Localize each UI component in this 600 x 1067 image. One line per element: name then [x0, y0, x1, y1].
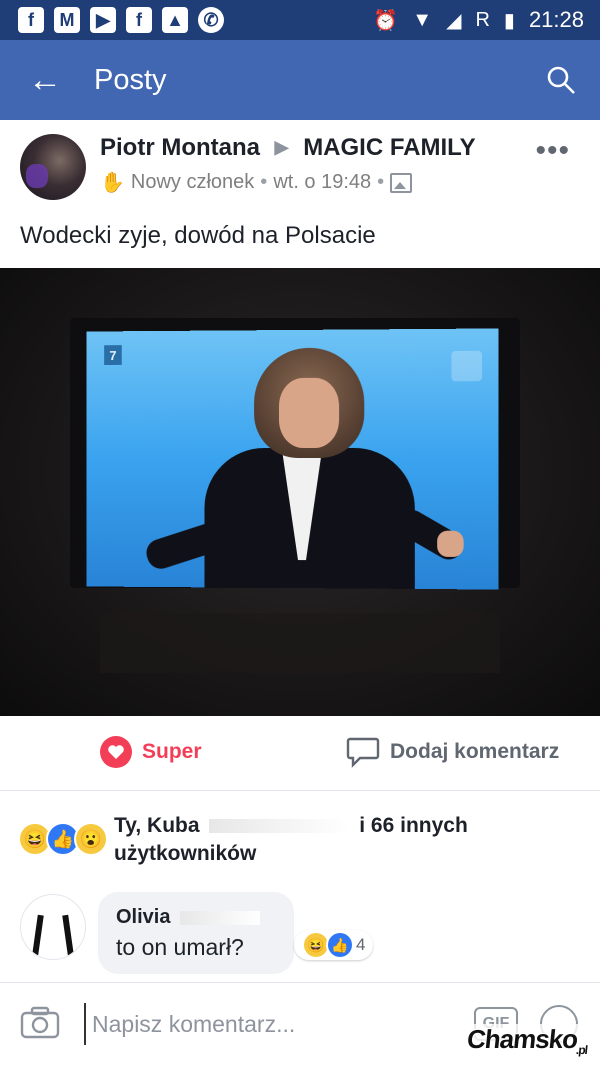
battery-icon: ▮: [503, 9, 515, 32]
alarm-icon: ⏰: [373, 9, 399, 32]
tv-screen: 7: [86, 328, 499, 590]
clock: 21:28: [528, 7, 584, 32]
post-timestamp[interactable]: wt. o 19:48: [273, 171, 371, 194]
performer-face: [279, 377, 340, 449]
blurred-surname: [180, 910, 261, 925]
group-name[interactable]: MAGIC FAMILY: [303, 134, 475, 161]
comment-reactions[interactable]: 😆 👍 4: [294, 930, 374, 960]
separator-dot: •: [260, 171, 268, 193]
comment-icon: [346, 737, 380, 768]
watermark-logo: Chamsko.pl: [461, 1023, 594, 1057]
comment-button[interactable]: Dodaj komentarz: [346, 736, 559, 768]
post-header: Piotr Montana ▶ MAGIC FAMILY ✋ Nowy czło…: [0, 120, 600, 220]
signal-icon: ◢: [446, 9, 462, 32]
status-bar: f M ▶ f ▲ ✆ ⏰ ▼ ◢ R ▮ 21:28: [0, 0, 600, 40]
back-arrow-icon[interactable]: ←: [28, 61, 68, 100]
comment-text: to on umarł?: [116, 934, 244, 960]
reactors-start: Ty, Kuba: [114, 814, 200, 837]
heart-icon: [100, 736, 132, 768]
reactors-end: i 66 innych: [359, 814, 468, 837]
comment-label: Dodaj komentarz: [390, 740, 560, 763]
like-icon: 👍: [326, 931, 354, 959]
reactions-summary[interactable]: 😆 👍 😮 Ty, Kuba i 66 innych użytkowników: [0, 800, 600, 880]
youtube-icon: ▶: [90, 7, 116, 33]
post-meta: ✋ Nowy członek • wt. o 19:48 •: [100, 170, 413, 195]
page-title: Posty: [94, 63, 167, 96]
performer-hand: [437, 530, 464, 557]
watermark-text: Chamsko: [465, 1023, 579, 1054]
reactors-suffix: użytkowników: [114, 842, 257, 865]
wifi-icon: ▼: [412, 8, 433, 31]
post-photo[interactable]: 7: [0, 268, 600, 716]
wave-icon: ✋: [100, 172, 125, 194]
search-icon[interactable]: [546, 65, 576, 95]
channel-logo: 7: [104, 345, 122, 366]
reaction-count: 4: [356, 935, 366, 954]
photo-icon: [390, 172, 413, 193]
comment-composer: GIF Chamsko.pl: [0, 982, 600, 1067]
watermark-suffix: .pl: [575, 1043, 588, 1057]
comment-input[interactable]: [84, 1003, 454, 1045]
facebook-icon: f: [126, 7, 152, 33]
author-avatar[interactable]: [20, 134, 86, 200]
blurred-name: [209, 819, 350, 834]
facebook-icon: f: [18, 7, 44, 33]
notification-icons: f M ▶ f ▲ ✆: [18, 7, 224, 33]
system-icons: ⏰ ▼ ◢ R ▮ 21:28: [373, 7, 584, 33]
wow-icon: 😮: [74, 822, 108, 856]
camera-icon[interactable]: [20, 1005, 60, 1039]
member-badge: Nowy członek: [130, 171, 255, 193]
roaming-indicator: R: [475, 8, 490, 31]
reaction-label: Super: [142, 740, 202, 763]
gallery-icon: ▲: [162, 7, 188, 33]
gmail-icon: M: [54, 7, 80, 33]
reactions-text: Ty, Kuba i 66 innych użytkowników: [114, 812, 474, 868]
reaction-icons: 😆 👍 😮: [18, 822, 108, 856]
author-line: Piotr Montana ▶ MAGIC FAMILY: [100, 134, 476, 162]
comment: Olivia to on umarł? 😆 👍 4: [0, 880, 600, 980]
commenter-avatar[interactable]: [20, 894, 86, 960]
more-options-icon[interactable]: •••: [535, 134, 570, 168]
tv-stand: [100, 613, 500, 673]
action-bar: Super Dodaj komentarz: [0, 716, 600, 791]
comment-author[interactable]: Olivia: [116, 906, 264, 929]
author-name[interactable]: Piotr Montana: [100, 134, 260, 161]
app-bar: ← Posty: [0, 40, 600, 120]
comment-bubble[interactable]: Olivia to on umarł?: [98, 892, 294, 974]
arrow-right-icon: ▶: [274, 137, 289, 157]
whatsapp-icon: ✆: [198, 7, 224, 33]
reaction-button[interactable]: Super: [100, 736, 202, 768]
post-text: Wodecki zyje, dowód na Polsacie: [20, 222, 376, 249]
comment-author-name: Olivia: [116, 906, 171, 928]
separator-dot: •: [377, 171, 385, 193]
broadcaster-badge: [451, 350, 483, 382]
